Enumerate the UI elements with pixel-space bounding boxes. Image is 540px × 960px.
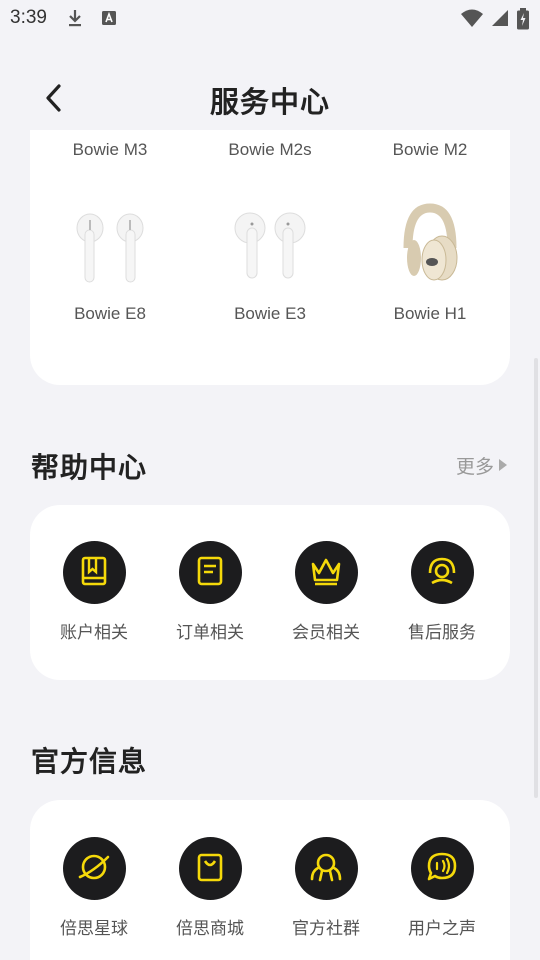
help-item-after-sales[interactable]: 售后服务 <box>384 541 500 643</box>
product-item-bowie-m3[interactable]: Bowie M3 <box>30 140 190 160</box>
grid-label: 账户相关 <box>60 623 128 643</box>
scrollbar[interactable] <box>534 358 538 798</box>
product-name: Bowie M2s <box>228 140 312 159</box>
official-item-planet[interactable]: 倍思星球 <box>36 837 152 939</box>
official-item-user-voice[interactable]: 用户之声 <box>384 837 500 939</box>
help-item-membership[interactable]: 会员相关 <box>268 541 384 643</box>
chat-bubble-icon <box>424 849 460 889</box>
official-info-card: 倍思星球 倍思商城 官方社群 用户之声 <box>30 800 510 960</box>
content-area[interactable]: Bowie M3 Bowie M2s Bowie M2 Bowie E8 Bow… <box>0 130 540 960</box>
earbuds-image <box>70 202 150 292</box>
help-center-card: 账户相关 订单相关 会员相关 售后服务 <box>30 505 510 680</box>
product-item-bowie-e8[interactable]: Bowie E8 <box>30 202 190 324</box>
grid-label: 会员相关 <box>292 623 360 643</box>
triangle-right-icon <box>498 455 508 477</box>
shopping-bag-icon <box>193 850 227 888</box>
more-link[interactable]: 更多 <box>456 452 508 479</box>
grid-label: 售后服务 <box>408 623 476 643</box>
icon-circle <box>62 837 126 900</box>
grid-label: 官方社群 <box>292 919 360 939</box>
product-item-bowie-m2[interactable]: Bowie M2 <box>350 140 510 160</box>
document-icon <box>193 554 227 592</box>
status-bar: 3:39 <box>0 0 540 36</box>
official-item-community[interactable]: 官方社群 <box>268 837 384 939</box>
headset-icon <box>424 553 460 593</box>
community-icon <box>307 849 345 889</box>
icon-circle <box>294 837 358 900</box>
product-item-bowie-e3[interactable]: Bowie E3 <box>190 202 350 324</box>
help-item-account[interactable]: 账户相关 <box>36 541 152 643</box>
book-icon <box>77 554 111 592</box>
help-item-order[interactable]: 订单相关 <box>152 541 268 643</box>
product-item-bowie-m2s[interactable]: Bowie M2s <box>190 140 350 160</box>
product-row: Bowie E8 Bowie E3 Bowie H1 <box>30 202 510 324</box>
headphones-image <box>390 202 470 292</box>
signal-icon <box>490 8 510 28</box>
icon-circle <box>178 541 242 604</box>
icon-circle <box>178 837 242 900</box>
page-title: 服务中心 <box>209 85 330 119</box>
back-button[interactable] <box>36 82 72 118</box>
battery-icon <box>516 8 530 30</box>
section-title-help-center: 帮助中心 <box>31 451 148 484</box>
icon-circle <box>410 541 474 604</box>
official-item-mall[interactable]: 倍思商城 <box>152 837 268 939</box>
icon-circle <box>410 837 474 900</box>
top-bar: 服务中心 <box>0 70 540 130</box>
grid-label: 倍思星球 <box>60 919 128 939</box>
grid-label: 倍思商城 <box>176 919 244 939</box>
grid-label: 用户之声 <box>408 919 476 939</box>
icon-circle <box>294 541 358 604</box>
font-a-icon <box>99 8 119 28</box>
more-label: 更多 <box>455 456 494 478</box>
product-name: Bowie M3 <box>72 140 148 159</box>
section-title-official-info: 官方信息 <box>31 745 148 778</box>
product-item-bowie-h1[interactable]: Bowie H1 <box>350 202 510 324</box>
earbuds-image <box>230 202 310 292</box>
icon-circle <box>62 541 126 604</box>
product-name: Bowie H1 <box>393 304 467 323</box>
product-row: Bowie M3 Bowie M2s Bowie M2 <box>30 140 510 160</box>
product-name: Bowie M2 <box>392 140 468 159</box>
download-icon <box>65 8 85 28</box>
product-name: Bowie E8 <box>74 304 146 323</box>
chevron-left-icon <box>42 83 66 117</box>
planet-icon <box>76 849 112 889</box>
grid-label: 订单相关 <box>176 623 244 643</box>
wifi-icon <box>460 8 484 28</box>
product-name: Bowie E3 <box>234 304 306 323</box>
status-time: 3:39 <box>10 7 47 28</box>
product-card: Bowie M3 Bowie M2s Bowie M2 Bowie E8 Bow… <box>30 130 510 385</box>
crown-icon <box>308 554 344 592</box>
